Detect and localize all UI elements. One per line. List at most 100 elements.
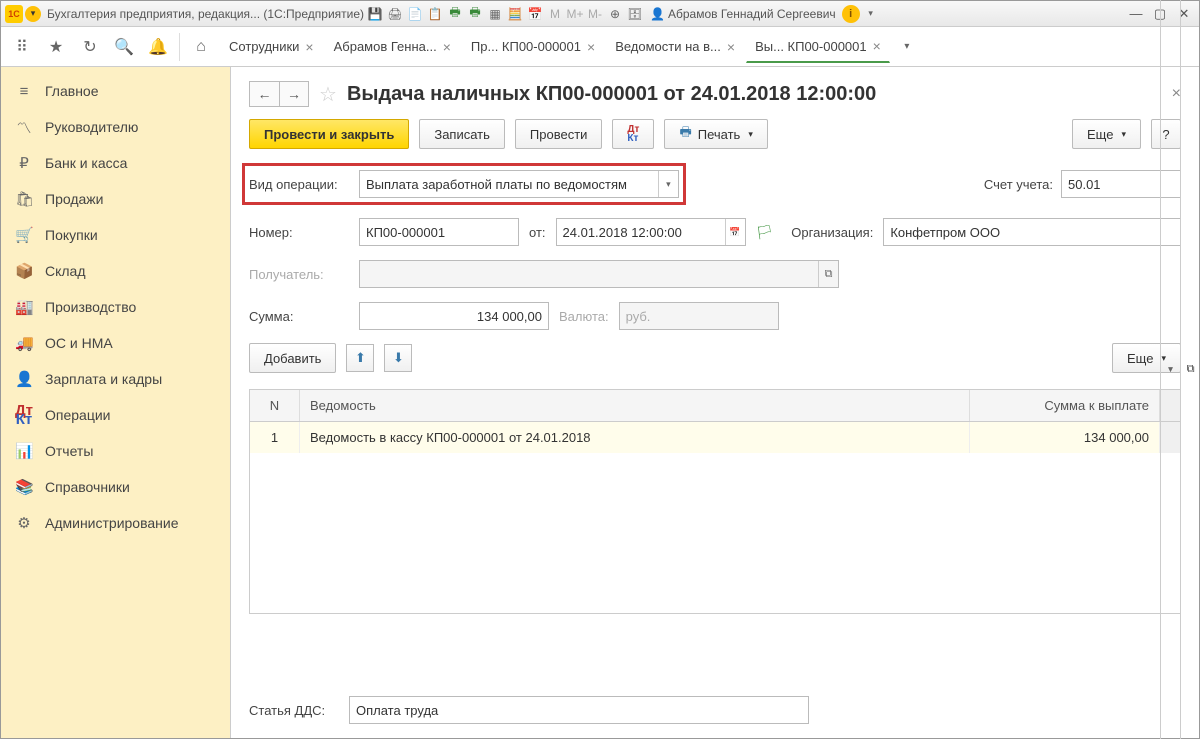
doc-header: ← → ☆ Выдача наличных КП00-000001 от 24.…	[249, 81, 1181, 107]
move-up-button[interactable]: ⬆	[346, 344, 374, 372]
calc-icon[interactable]: 🧮	[506, 5, 524, 23]
sidebar-item-admin[interactable]: ⚙Администрирование	[1, 505, 230, 541]
window: 1C ▾ Бухгалтерия предприятия, редакция..…	[0, 0, 1200, 739]
cell-vedomost: Ведомость в кассу КП00-000001 от 24.01.2…	[300, 422, 970, 453]
cart-icon: 🛒	[15, 226, 33, 244]
chevron-down-icon[interactable]: ▾	[658, 171, 678, 197]
post-button[interactable]: Провести	[515, 119, 603, 149]
org-label: Организация:	[791, 225, 873, 240]
close-icon[interactable]: ×	[873, 38, 881, 54]
info-icon[interactable]: i	[842, 5, 860, 23]
close-icon[interactable]: ×	[305, 39, 313, 55]
sidebar-item-warehouse[interactable]: 📦Склад	[1, 253, 230, 289]
more-button[interactable]: Еще▾	[1072, 119, 1141, 149]
preview-icon[interactable]: 🖶	[466, 5, 484, 23]
sidebar-item-purchases[interactable]: 🛒Покупки	[1, 217, 230, 253]
truck-icon: 🚚	[15, 334, 33, 352]
number-label: Номер:	[249, 225, 349, 240]
search-icon[interactable]: 🔍	[109, 32, 139, 62]
sheet-icon[interactable]: ▦	[486, 5, 504, 23]
home-icon[interactable]: ⌂	[186, 32, 216, 62]
minimize-button[interactable]: —	[1125, 5, 1147, 23]
col-sum-header[interactable]: Сумма к выплате	[970, 390, 1160, 421]
save-button[interactable]: Записать	[419, 119, 505, 149]
close-icon[interactable]: ×	[443, 39, 451, 55]
doc-icon[interactable]: 📄	[406, 5, 424, 23]
history-icon[interactable]: ↻	[75, 32, 105, 62]
toolbar: ⠿ ★ ↻ 🔍 🔔 ⌂ Сотрудники× Абрамов Генна...…	[1, 27, 1199, 67]
save-icon[interactable]: 💾	[366, 5, 384, 23]
user-label[interactable]: 👤Абрамов Геннадий Сергеевич	[646, 7, 840, 21]
dtkt-icon: ДтКт	[627, 125, 639, 143]
sidebar-item-main[interactable]: ≡Главное	[1, 73, 230, 109]
nav-back-button[interactable]: ←	[249, 81, 279, 107]
vedomost-table: N Ведомость Сумма к выплате 1 Ведомость …	[249, 389, 1181, 614]
person-icon: 👤	[15, 370, 33, 388]
print-icon[interactable]: 🖨	[386, 5, 404, 23]
sum-input[interactable]: 134 000,00	[359, 302, 549, 330]
col-n-header[interactable]: N	[250, 390, 300, 421]
body: ≡Главное 〽Руководителю ₽Банк и касса 🛍Пр…	[1, 67, 1199, 738]
calendar-icon[interactable]: 📅	[526, 5, 544, 23]
mplus-icon[interactable]: M+	[566, 5, 584, 23]
op-type-input[interactable]: Выплата заработной платы по ведомостям ▾	[359, 170, 679, 198]
mminus-icon[interactable]: M-	[586, 5, 604, 23]
chevron-down-icon[interactable]: ▾	[1160, 67, 1180, 738]
sum-label: Сумма:	[249, 309, 349, 324]
close-icon[interactable]: ×	[727, 39, 735, 55]
favorite-icon[interactable]: ★	[41, 32, 71, 62]
tab-current[interactable]: Вы... КП00-000001×	[746, 31, 890, 63]
favorite-star-icon[interactable]: ☆	[319, 82, 337, 107]
number-input[interactable]: КП00-000001	[359, 218, 519, 246]
nav-forward-button[interactable]: →	[279, 81, 309, 107]
doc-title: Выдача наличных КП00-000001 от 24.01.201…	[347, 83, 1162, 106]
gear-icon: ⚙	[15, 514, 33, 532]
ruble-icon: ₽	[15, 154, 33, 172]
sidebar-item-sales[interactable]: 🛍Продажи	[1, 181, 230, 217]
sidebar-item-manager[interactable]: 〽Руководителю	[1, 109, 230, 145]
tab-vedomosti[interactable]: Ведомости на в...×	[606, 31, 744, 63]
notifications-icon[interactable]: 🔔	[143, 32, 173, 62]
m-icon[interactable]: M	[546, 5, 564, 23]
copy-icon[interactable]: 📋	[426, 5, 444, 23]
sidebar-item-production[interactable]: 🏭Производство	[1, 289, 230, 325]
titlebar-menu-icon[interactable]: ▾	[25, 6, 41, 22]
sidebar-item-reports[interactable]: 📊Отчеты	[1, 433, 230, 469]
zoom-icon[interactable]: ⊕	[606, 5, 624, 23]
sidebar-item-hr[interactable]: 👤Зарплата и кадры	[1, 361, 230, 397]
sidebar-item-bank[interactable]: ₽Банк и касса	[1, 145, 230, 181]
date-input[interactable]: 24.01.2018 12:00:00 📅	[556, 218, 746, 246]
add-button[interactable]: Добавить	[249, 343, 336, 373]
move-down-button[interactable]: ⬇	[384, 344, 412, 372]
books-icon: 📚	[15, 478, 33, 496]
sidebar-item-operations[interactable]: ДтКтОперации	[1, 397, 230, 433]
table-empty	[250, 453, 1180, 613]
tab-employees[interactable]: Сотрудники×	[220, 31, 323, 63]
app-title: Бухгалтерия предприятия, редакция... (1С…	[47, 7, 364, 21]
dtkt-icon: ДтКт	[15, 406, 33, 424]
info-dd-icon[interactable]: ▾	[862, 5, 880, 23]
dtkt-button[interactable]: ДтКт	[612, 119, 654, 149]
posted-flag-icon: 🏳	[756, 224, 774, 241]
col-vedomost-header[interactable]: Ведомость	[300, 390, 970, 421]
currency-label: Валюта:	[559, 309, 609, 324]
tab-abramov[interactable]: Абрамов Генна...×	[325, 31, 460, 63]
print2-icon[interactable]: 🖶	[446, 5, 464, 23]
table-row[interactable]: 1 Ведомость в кассу КП00-000001 от 24.01…	[250, 422, 1180, 453]
org-input[interactable]: Конфетпром ООО ▾ ⧉	[883, 218, 1181, 246]
open-icon[interactable]: ⧉	[1180, 67, 1199, 738]
db-icon[interactable]: 🗄	[626, 5, 644, 23]
calendar-icon[interactable]: 📅	[725, 219, 745, 245]
print-button[interactable]: 🖶Печать▾	[664, 119, 767, 149]
sidebar-item-catalogs[interactable]: 📚Справочники	[1, 469, 230, 505]
post-close-button[interactable]: Провести и закрыть	[249, 119, 409, 149]
apps-icon[interactable]: ⠿	[7, 32, 37, 62]
sidebar-item-assets[interactable]: 🚚ОС и НМА	[1, 325, 230, 361]
dds-input[interactable]: Оплата труда ▾ ⧉	[349, 696, 809, 724]
dds-label: Статья ДДС:	[249, 703, 339, 718]
close-icon[interactable]: ×	[587, 39, 595, 55]
operation-type-row: Вид операции: Выплата заработной платы п…	[242, 163, 686, 205]
open-icon: ⧉	[818, 261, 838, 287]
tab-pr[interactable]: Пр... КП00-000001×	[462, 31, 604, 63]
tabs-more-icon[interactable]: ▾	[892, 32, 922, 62]
